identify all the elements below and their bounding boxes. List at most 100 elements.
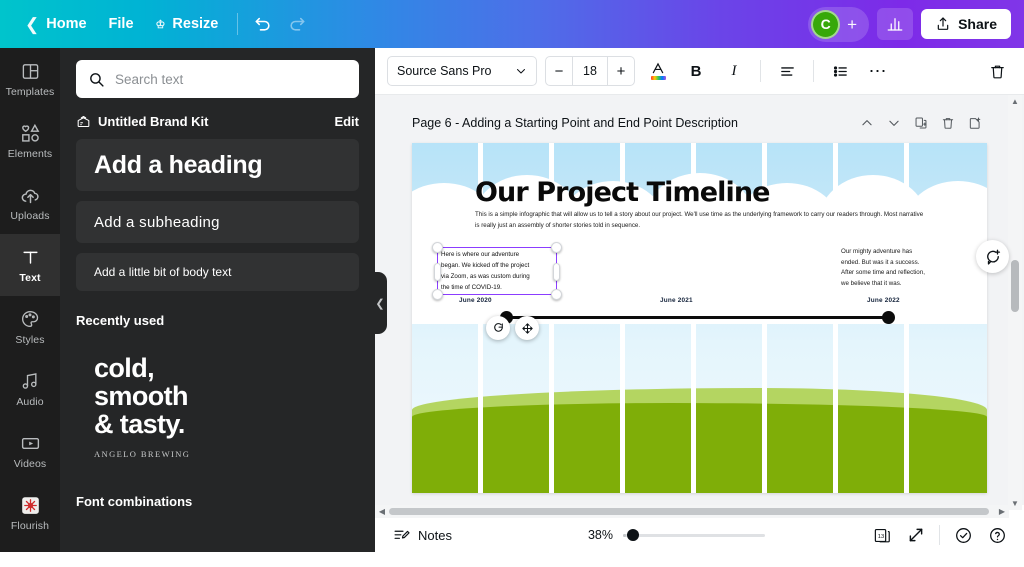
delete-element-button[interactable] <box>982 56 1012 86</box>
duplicate-page-button[interactable] <box>909 112 933 134</box>
zoom-slider[interactable] <box>623 528 765 542</box>
resize-handle-left[interactable] <box>434 263 441 281</box>
resize-handle-top-left[interactable] <box>432 242 443 253</box>
italic-button[interactable]: I <box>719 56 749 86</box>
panel-collapse-handle[interactable]: ❮ <box>373 272 387 334</box>
palette-icon <box>20 308 40 330</box>
move-icon <box>521 322 533 334</box>
page-manager-button[interactable]: 13 <box>867 521 897 549</box>
fullscreen-button[interactable] <box>901 521 931 549</box>
search-box[interactable] <box>76 60 359 98</box>
top-bar: ❮ Home File ♔ Resize C + Share <box>0 0 1024 48</box>
chevron-down-icon <box>517 69 525 74</box>
bold-button[interactable]: B <box>681 56 711 86</box>
add-heading-card[interactable]: Add a heading <box>76 139 359 191</box>
status-button[interactable] <box>948 521 978 549</box>
add-subheading-card[interactable]: Add a subheading <box>76 201 359 243</box>
share-button[interactable]: Share <box>921 9 1011 39</box>
font-size-increase-button[interactable]: + <box>608 57 634 85</box>
sidebar-item-videos[interactable]: Videos <box>0 420 60 482</box>
plus-icon[interactable]: + <box>844 16 860 33</box>
notes-button[interactable]: Notes <box>387 523 458 548</box>
home-button[interactable]: ❮ Home <box>14 9 98 40</box>
undo-button[interactable] <box>246 7 280 41</box>
scroll-right-icon[interactable]: ▶ <box>995 507 1009 516</box>
font-size-decrease-button[interactable]: − <box>546 57 572 85</box>
delete-page-button[interactable] <box>936 112 960 134</box>
sidebar-label-templates: Templates <box>5 86 55 98</box>
selected-text-line-2: began. We kicked off the project <box>441 262 530 270</box>
design-end-text[interactable]: Our mighty adventure has ended. But was … <box>841 247 959 290</box>
vertical-scrollbar-thumb[interactable] <box>1011 260 1019 312</box>
rotate-icon <box>493 322 503 332</box>
horizontal-scrollbar[interactable]: ◀ ▶ <box>375 505 1009 518</box>
selected-text-content: Here is where our adventure began. We ki… <box>441 249 559 294</box>
resize-button[interactable]: ♔ Resize <box>145 9 230 39</box>
timeline-line[interactable] <box>506 316 890 319</box>
move-page-down-button[interactable] <box>882 112 906 134</box>
resize-handle-top-right[interactable] <box>551 242 562 253</box>
sidebar-label-styles: Styles <box>15 334 45 346</box>
redo-button[interactable] <box>280 7 314 41</box>
text-t-icon <box>21 246 40 268</box>
collaborators-group[interactable]: C + <box>808 6 870 42</box>
selected-text-line-1: Here is where our adventure <box>441 251 520 258</box>
sidebar-label-flourish: Flourish <box>10 520 50 532</box>
trash-icon <box>942 118 954 129</box>
text-color-button[interactable] <box>643 56 673 86</box>
brand-kit-edit-button[interactable]: Edit <box>334 114 359 129</box>
search-input[interactable] <box>115 71 347 87</box>
timeline-date-end[interactable]: June 2022 <box>867 297 900 304</box>
editor-area: Source Sans Pro − 18 + B I ⋯ Page 6 - Ad… <box>375 48 1024 552</box>
timeline-date-start[interactable]: June 2020 <box>459 297 492 304</box>
scroll-up-icon[interactable]: ▲ <box>1011 95 1019 108</box>
recently-used-item[interactable]: cold, smooth & tasty. ANGELO BREWING <box>76 342 359 472</box>
sidebar-item-text[interactable]: Text <box>0 234 60 296</box>
sidebar-item-elements[interactable]: Elements <box>0 110 60 172</box>
rotate-handle[interactable] <box>486 316 510 340</box>
more-options-button[interactable]: ⋯ <box>863 56 893 86</box>
sidebar-item-styles[interactable]: Styles <box>0 296 60 358</box>
duplicate-page-icon <box>915 117 927 129</box>
add-page-button[interactable] <box>963 112 987 134</box>
list-button[interactable] <box>825 56 855 86</box>
templates-icon <box>21 60 40 82</box>
resize-handle-right[interactable] <box>553 263 560 281</box>
resize-handle-bottom-right[interactable] <box>551 289 562 300</box>
file-menu-button[interactable]: File <box>98 9 145 39</box>
timeline-dot-end[interactable] <box>882 311 895 324</box>
sidebar-item-flourish[interactable]: Flourish <box>0 482 60 544</box>
check-circle-icon <box>955 527 971 543</box>
scroll-left-icon[interactable]: ◀ <box>375 507 389 516</box>
add-page-icon <box>969 117 981 129</box>
zoom-min-dot <box>623 533 626 537</box>
selected-text-line-3: via Zoom, as was custom during <box>441 273 530 281</box>
horizontal-scrollbar-thumb[interactable] <box>389 508 989 515</box>
font-family-dropdown[interactable]: Source Sans Pro <box>387 56 537 86</box>
font-size-input[interactable]: 18 <box>572 57 608 85</box>
text-align-button[interactable] <box>772 56 802 86</box>
vertical-scrollbar[interactable]: ▲ ▼ <box>1008 95 1022 510</box>
canvas-scroll-area[interactable]: Page 6 - Adding a Starting Point and End… <box>375 95 1024 505</box>
end-text-line-2: ended. But was it a success. <box>841 258 920 266</box>
design-body-text[interactable]: This is a simple infographic that will a… <box>475 210 927 232</box>
help-button[interactable] <box>982 521 1012 549</box>
add-comment-icon <box>986 249 1000 265</box>
scroll-down-icon[interactable]: ▼ <box>1011 497 1019 510</box>
timeline-date-middle[interactable]: June 2021 <box>660 297 693 304</box>
sidebar-item-templates[interactable]: Templates <box>0 48 60 110</box>
design-title[interactable]: Our Project Timeline <box>475 177 770 208</box>
sidebar-item-audio[interactable]: Audio <box>0 358 60 420</box>
zoom-slider-knob[interactable] <box>627 529 639 541</box>
sidebar-item-uploads[interactable]: Uploads <box>0 172 60 234</box>
add-heading-label: Add a heading <box>94 150 263 179</box>
add-comment-button[interactable] <box>976 240 1009 273</box>
insights-button[interactable] <box>877 8 914 40</box>
add-body-text-card[interactable]: Add a little bit of body text <box>76 253 359 291</box>
selected-text-element[interactable]: Here is where our adventure began. We ki… <box>432 242 562 300</box>
move-handle[interactable] <box>515 316 539 340</box>
undo-icon <box>255 17 270 31</box>
resize-handle-bottom-left[interactable] <box>432 289 443 300</box>
brand-kit-row: Untitled Brand Kit Edit <box>76 114 359 129</box>
move-page-up-button[interactable] <box>855 112 879 134</box>
